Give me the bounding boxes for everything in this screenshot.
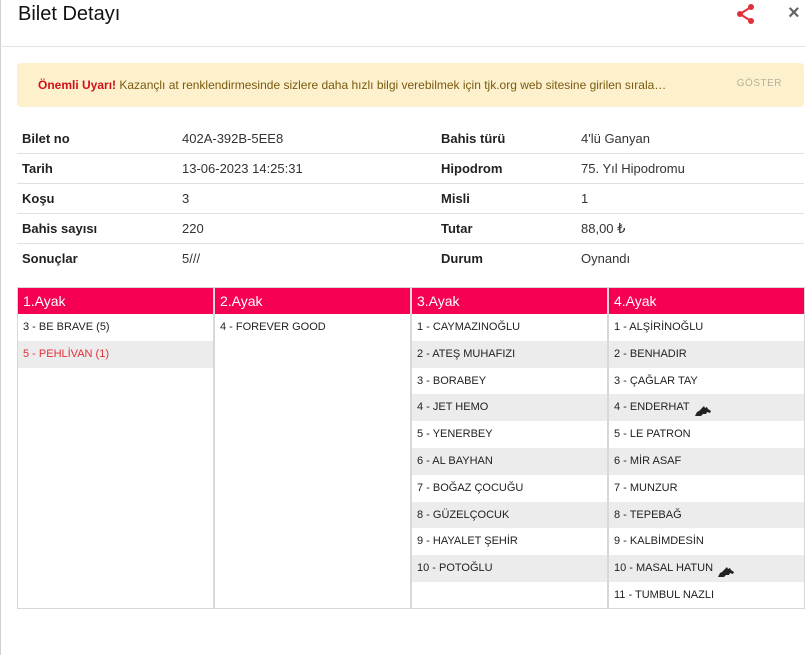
- horse-row[interactable]: 9 - KALBİMDESİN: [609, 528, 804, 555]
- info-row: Tarih 13-06-2023 14:25:31 Hipodrom 75. Yıl …: [17, 153, 804, 184]
- horse-name: 11 - TUMBUL NAZLI: [614, 588, 715, 601]
- horse-name: 5 - LE PATRON: [614, 428, 691, 441]
- alert-text: Önemli Uyarı! Kazançlı at renklendirmesi…: [38, 77, 666, 93]
- horse-name: 5 - YENERBEY: [417, 428, 493, 441]
- horse-name: 7 - MUNZUR: [614, 481, 678, 494]
- horse-name: 9 - HAYALET ŞEHİR: [417, 535, 518, 548]
- horse-name: 8 - TEPEBAĞ: [614, 508, 682, 521]
- leg-column: 4.Ayak 1 - ALŞİRİNOĞLU 2 - BENHADIR 3 - ÇAĞ…: [608, 287, 805, 609]
- horse-row[interactable]: 8 - TEPEBAĞ: [609, 501, 804, 529]
- info-value: 3: [177, 183, 436, 214]
- horse-row[interactable]: 3 - BORABEY: [412, 368, 607, 395]
- horse-row[interactable]: 10 - POTOĞLU: [412, 555, 607, 582]
- info-value: Oynandı: [581, 251, 631, 266]
- horse-name: 9 - KALBİMDESİN: [614, 535, 704, 548]
- horse-row[interactable]: 10 - MASAL HATUN: [609, 555, 804, 582]
- horse-name: 3 - ÇAĞLAR TAY: [614, 374, 698, 387]
- horse-row[interactable]: 5 - PEHLİVAN (1): [18, 340, 213, 368]
- horse-row[interactable]: 2 - ATEŞ MUHAFIZI: [412, 340, 607, 368]
- info-label: Tutar: [436, 213, 576, 244]
- horse-name: 10 - MASAL HATUN: [614, 562, 714, 575]
- horse-name: 6 - AL BAYHAN: [417, 454, 493, 467]
- horse-row[interactable]: 3 - ÇAĞLAR TAY: [609, 368, 804, 395]
- warning-alert: Önemli Uyarı! Kazançlı at renklendirmesi…: [17, 63, 804, 107]
- info-label: Koşu: [17, 183, 177, 214]
- horse-name: 4 - ENDERHAT: [614, 401, 690, 414]
- horse-row[interactable]: 3 - BE BRAVE (5): [18, 314, 213, 341]
- horse-icon: [694, 401, 712, 417]
- info-value: 88,00 ₺: [576, 213, 804, 244]
- share-icon[interactable]: [735, 3, 757, 25]
- horse-name: 10 - POTOĞLU: [417, 562, 493, 575]
- info-value: 402A-392B-5EE8: [177, 124, 436, 154]
- horse-row[interactable]: 8 - GÜZELÇOCUK: [412, 501, 607, 529]
- leg-column: 3.Ayak 1 - CAYMAZINOĞLU 2 - ATEŞ MUHAFIZI 3…: [411, 287, 608, 609]
- horse-name: 7 - BOĞAZ ÇOCUĞU: [417, 481, 524, 494]
- horse-name: 3 - BORABEY: [417, 374, 487, 387]
- horse-name: 4 - JET HEMO: [417, 401, 489, 414]
- horse-name: 2 - BENHADIR: [614, 347, 687, 360]
- horse-name: 8 - GÜZELÇOCUK: [417, 508, 510, 521]
- modal-left-border: [0, 0, 1, 655]
- horse-row[interactable]: 4 - JET HEMO: [412, 394, 607, 422]
- horse-name: 3 - BE BRAVE (5): [23, 321, 110, 333]
- info-value: 5///: [182, 251, 201, 266]
- info-label: Durum: [441, 251, 483, 266]
- horse-row[interactable]: 6 - AL BAYHAN: [412, 447, 607, 475]
- horse-row[interactable]: 5 - LE PATRON: [609, 421, 804, 448]
- info-label: Bilet no: [17, 124, 177, 154]
- info-value: 1: [576, 183, 804, 214]
- horse-row[interactable]: 11 - TUMBUL NAZLI: [609, 582, 804, 609]
- info-value: 13-06-2023 14:25:31: [177, 153, 436, 184]
- horse-name: 2 - ATEŞ MUHAFIZI: [417, 347, 516, 360]
- horse-row[interactable]: 6 - MİR ASAF: [609, 447, 804, 475]
- horse-row[interactable]: 7 - MUNZUR: [609, 475, 804, 502]
- leg-header: 1.Ayak: [18, 288, 213, 314]
- leg-column: 2.Ayak 4 - FOREVER GOOD: [214, 287, 411, 609]
- horse-row[interactable]: 9 - HAYALET ŞEHİR: [412, 528, 607, 555]
- horse-name: 6 - MİR ASAF: [614, 454, 682, 467]
- horse-row[interactable]: 2 - BENHADIR: [609, 340, 804, 368]
- horse-icon: [717, 562, 735, 578]
- show-button[interactable]: GÖSTER: [737, 78, 782, 89]
- leg-header: 3.Ayak: [412, 288, 607, 314]
- leg-column: 1.Ayak 3 - BE BRAVE (5) 5 - PEHLİVAN (1): [17, 287, 214, 609]
- info-value: 75. Yıl Hipodromu: [576, 153, 804, 184]
- horse-name: 1 - ALŞİRİNOĞLU: [614, 321, 704, 333]
- horse-row[interactable]: 1 - ALŞİRİNOĞLU: [609, 314, 804, 341]
- info-label: Misli: [436, 183, 576, 214]
- info-value: 4'lü Ganyan: [576, 124, 804, 154]
- alert-message: Kazançlı at renklendirmesinde sizlere da…: [116, 78, 667, 92]
- info-row: Koşu 3 Misli 1: [17, 183, 804, 214]
- info-row: Bilet no 402A-392B-5EE8 Bahis türü 4'lü Gan…: [17, 124, 804, 154]
- horse-name: 4 - FOREVER GOOD: [220, 321, 326, 333]
- info-label: Bahis sayısı: [17, 213, 177, 244]
- info-label: Hipodrom: [436, 153, 576, 184]
- page-title: Bilet Detayı: [18, 3, 121, 25]
- legs-grid: 1.Ayak 3 - BE BRAVE (5) 5 - PEHLİVAN (1) 2.…: [17, 287, 805, 609]
- info-label: Bahis türü: [436, 124, 576, 154]
- horse-row[interactable]: 1 - CAYMAZINOĞLU: [412, 314, 607, 341]
- alert-strong: Önemli Uyarı!: [38, 78, 117, 92]
- horse-row[interactable]: 4 - ENDERHAT: [609, 394, 804, 422]
- info-label: Tarih: [17, 153, 177, 184]
- horse-row[interactable]: 5 - YENERBEY: [412, 421, 607, 448]
- info-label: Sonuçlar: [22, 251, 78, 266]
- info-row: Bahis sayısı 220 Tutar 88,00 ₺: [17, 213, 804, 244]
- leg-header: 2.Ayak: [215, 288, 410, 314]
- horse-row[interactable]: 4 - FOREVER GOOD: [215, 314, 410, 341]
- modal-header: Bilet Detayı ×: [0, 0, 806, 47]
- horse-name: 1 - CAYMAZINOĞLU: [417, 321, 521, 333]
- ticket-info-table: Bilet no 402A-392B-5EE8 Bahis türü 4'lü Gan…: [17, 124, 804, 273]
- horse-name: 5 - PEHLİVAN (1): [23, 347, 109, 360]
- horse-row[interactable]: 7 - BOĞAZ ÇOCUĞU: [412, 475, 607, 502]
- close-icon[interactable]: ×: [788, 0, 800, 26]
- info-row: Sonuçlar 5/// Durum Oynandı: [17, 244, 804, 274]
- info-value: 220: [177, 213, 436, 244]
- leg-header: 4.Ayak: [609, 288, 804, 314]
